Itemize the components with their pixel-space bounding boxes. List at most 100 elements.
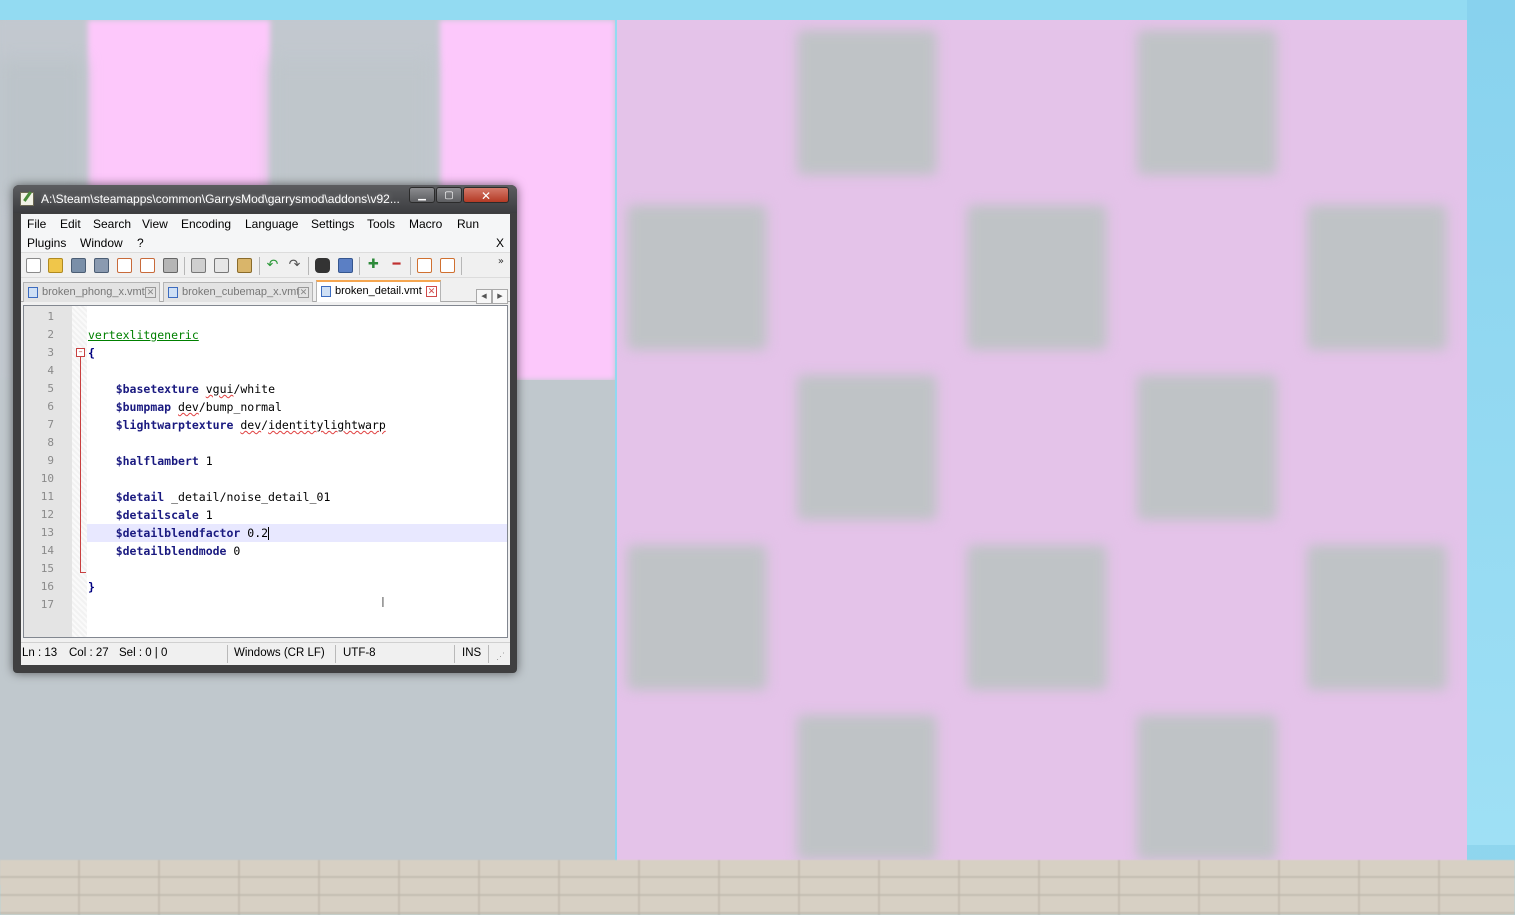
cut-icon[interactable] xyxy=(191,258,206,273)
line-number: 7 xyxy=(47,418,54,431)
code-line: 5 $basetexture vgui/white xyxy=(24,380,507,398)
sky-edge xyxy=(1467,0,1515,845)
close-all-icon[interactable] xyxy=(140,258,155,273)
menu-language[interactable]: Language xyxy=(245,217,298,231)
undo-icon[interactable]: ↶ xyxy=(265,258,280,273)
code-editor[interactable]: – 1 2 vertexlitgeneric 3{ 4 5 $basetextur… xyxy=(23,305,508,638)
line-number: 15 xyxy=(40,562,54,575)
line-number: 3 xyxy=(47,346,54,359)
code-text: $detailblendfactor 0.2 xyxy=(87,524,507,542)
line-number: 10 xyxy=(40,472,54,485)
line-number: 6 xyxy=(47,400,54,413)
menu-edit[interactable]: Edit xyxy=(60,217,81,231)
tab-scroll-left-icon[interactable]: ◀ xyxy=(476,289,492,304)
code-line: 1 xyxy=(24,308,507,326)
sync-horizontal-icon[interactable] xyxy=(440,258,455,273)
tab-bar: broken_phong_x.vmt ✕ broken_cubemap_x.vm… xyxy=(21,279,510,304)
tab-broken-cubemap[interactable]: broken_cubemap_x.vmt ✕ xyxy=(163,282,313,302)
tab-broken-phong[interactable]: broken_phong_x.vmt ✕ xyxy=(23,282,160,302)
vmt-parameter: $detailscale xyxy=(115,508,199,522)
maximize-button[interactable]: ▢ xyxy=(436,187,462,203)
menu-search[interactable]: Search xyxy=(93,217,131,231)
code-text: } xyxy=(88,580,95,594)
vmt-value: vgui/white xyxy=(205,382,275,396)
close-document-x[interactable]: X xyxy=(496,236,504,250)
code-text: $bumpmap dev/bump_normal xyxy=(87,398,507,416)
print-icon[interactable] xyxy=(163,258,178,273)
menu-tools[interactable]: Tools xyxy=(367,217,395,231)
menu-encoding[interactable]: Encoding xyxy=(181,217,231,231)
notepad-plus-plus-window[interactable]: A:\Steam\steamapps\common\GarrysMod\garr… xyxy=(13,185,517,673)
code-line: 11 $detail _detail/noise_detail_01 xyxy=(24,488,507,506)
status-bar: Ln : 13 Col : 27 Sel : 0 | 0 Windows (CR… xyxy=(21,642,510,665)
vmt-parameter: $detailblendfactor xyxy=(115,526,241,540)
zoom-in-icon[interactable]: ✚ xyxy=(366,258,381,273)
vmt-value: 1 xyxy=(205,508,213,522)
menu-file[interactable]: File xyxy=(27,217,46,231)
resize-grip-icon[interactable]: ⋰ xyxy=(496,651,505,662)
redo-icon[interactable]: ↷ xyxy=(287,258,302,273)
save-all-icon[interactable] xyxy=(94,258,109,273)
line-number: 11 xyxy=(40,490,54,503)
code-line: 14 $detailblendmode 0 xyxy=(24,542,507,560)
code-line: 16} xyxy=(24,578,507,596)
menu-window[interactable]: Window xyxy=(80,236,123,250)
code-line: 10 xyxy=(24,470,507,488)
menu-view[interactable]: View xyxy=(142,217,168,231)
menu-help[interactable]: ? xyxy=(137,236,144,250)
code-line: 2 vertexlitgeneric xyxy=(24,326,507,344)
wall-tile xyxy=(1137,375,1277,520)
line-number: 1 xyxy=(47,310,54,323)
replace-icon[interactable] xyxy=(338,258,353,273)
code-text: $basetexture vgui/white xyxy=(87,380,507,398)
paste-icon[interactable] xyxy=(237,258,252,273)
file-icon xyxy=(28,287,38,298)
wall-tile xyxy=(627,545,767,690)
code-text: $detailblendmode 0 xyxy=(87,542,507,560)
close-window-button[interactable]: ✕ xyxy=(463,187,509,203)
menu-macro[interactable]: Macro xyxy=(409,217,442,231)
copy-icon[interactable] xyxy=(214,258,229,273)
save-icon[interactable] xyxy=(71,258,86,273)
menu-settings[interactable]: Settings xyxy=(311,217,354,231)
wall-tile xyxy=(1307,205,1447,350)
wall-tile xyxy=(797,30,937,175)
find-icon[interactable] xyxy=(315,258,330,273)
code-line: 7 $lightwarptexture dev/identitylightwar… xyxy=(24,416,507,434)
line-number: 8 xyxy=(47,436,54,449)
wall-tile xyxy=(1137,715,1277,860)
vmt-parameter: $bumpmap xyxy=(115,400,172,414)
line-number: 5 xyxy=(47,382,54,395)
tab-close-icon[interactable]: ✕ xyxy=(426,286,437,297)
title-bar[interactable]: A:\Steam\steamapps\common\GarrysMod\garr… xyxy=(13,185,517,213)
tab-scroll-right-icon[interactable]: ▶ xyxy=(492,289,508,304)
line-number: 2 xyxy=(47,328,54,341)
line-number: 16 xyxy=(40,580,54,593)
open-file-icon[interactable] xyxy=(48,258,63,273)
minimize-button[interactable]: ▁ xyxy=(409,187,435,203)
tab-close-icon[interactable]: ✕ xyxy=(145,287,156,298)
status-column: Col : 27 xyxy=(69,647,109,659)
menu-plugins[interactable]: Plugins xyxy=(27,236,66,250)
menu-run[interactable]: Run xyxy=(457,217,479,231)
code-line: 17 xyxy=(24,596,507,614)
tab-close-icon[interactable]: ✕ xyxy=(298,287,309,298)
new-file-icon[interactable] xyxy=(26,258,41,273)
tab-broken-detail[interactable]: broken_detail.vmt ✕ xyxy=(316,280,441,302)
code-text: vertexlitgeneric xyxy=(88,328,199,342)
wall-tile xyxy=(627,205,767,350)
sync-vertical-icon[interactable] xyxy=(417,258,432,273)
toolbar-overflow-chevron-icon[interactable]: » xyxy=(498,256,504,267)
code-text: { xyxy=(88,346,95,360)
status-insert-mode: INS xyxy=(462,647,482,659)
notepad-app-icon xyxy=(20,192,34,206)
code-lines: 1 2 vertexlitgeneric 3{ 4 5 $basetexture … xyxy=(24,308,507,614)
status-encoding: UTF-8 xyxy=(343,647,376,659)
checkered-wall xyxy=(617,20,1467,870)
code-line: 6 $bumpmap dev/bump_normal xyxy=(24,398,507,416)
code-text: $lightwarptexture dev/identitylightwarp xyxy=(87,416,507,434)
wall-tile xyxy=(1307,545,1447,690)
close-icon[interactable] xyxy=(117,258,132,273)
zoom-out-icon[interactable]: ━ xyxy=(389,258,404,273)
